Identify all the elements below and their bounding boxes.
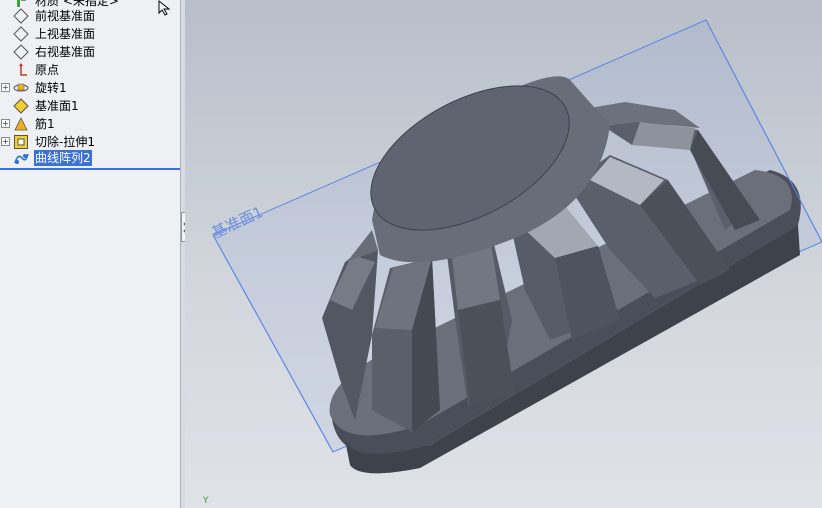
graphics-viewport[interactable] [185, 0, 822, 508]
tree-item-revolve1[interactable]: + 旋转1 [0, 79, 180, 97]
feature-manager-tree: 材质 <未指定> 前视基准面 上视基准面 右视基准面 原点 + 旋转1 基准面1… [0, 0, 181, 508]
tree-item-front-plane[interactable]: 前视基准面 [0, 7, 180, 25]
rollback-bar[interactable] [0, 168, 180, 170]
tree-item-right-plane[interactable]: 右视基准面 [0, 43, 180, 61]
cut-extrude-icon [14, 135, 28, 149]
mouse-pointer-icon [158, 0, 171, 16]
rib-icon [14, 117, 28, 131]
expand-icon[interactable]: + [1, 137, 10, 146]
plane-icon [13, 44, 29, 60]
revolve-icon [13, 83, 29, 92]
tree-item-label: 基准面1 [35, 99, 79, 113]
tree-item-top-plane[interactable]: 上视基准面 [0, 25, 180, 43]
tree-item-label: 筋1 [35, 117, 55, 131]
tree-item-label: 右视基准面 [35, 45, 96, 59]
curve-pattern-icon [14, 153, 29, 164]
axis-indicator-y: Y [203, 496, 209, 506]
tree-item-label: 旋转1 [35, 81, 67, 95]
tree-item-label: 切除-拉伸1 [35, 135, 95, 149]
tree-item-rib1[interactable]: + 筋1 [0, 115, 180, 133]
expand-icon[interactable]: + [1, 119, 10, 128]
tree-item-label: 上视基准面 [35, 27, 96, 41]
tree-item-plane1[interactable]: 基准面1 [0, 97, 180, 115]
plane-yellow-icon [13, 98, 29, 114]
tree-item-origin[interactable]: 原点 [0, 61, 180, 79]
plane-icon [13, 8, 29, 24]
tree-item-label: 前视基准面 [35, 9, 96, 23]
origin-icon [19, 63, 27, 76]
tree-item-label: 曲线阵列2 [34, 150, 92, 166]
tree-item-curve-pattern2[interactable]: 曲线阵列2 [0, 149, 180, 167]
tree-item-label: 原点 [35, 63, 60, 77]
plane-icon [13, 26, 29, 42]
expand-icon[interactable]: + [1, 83, 10, 92]
